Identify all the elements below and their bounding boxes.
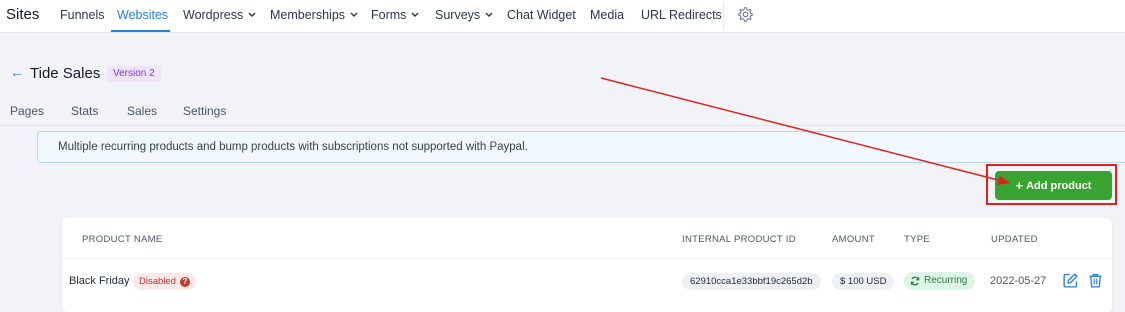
column-header-product-name: PRODUCT NAME: [82, 234, 163, 245]
nav-item-label: Media: [590, 8, 625, 22]
tab-stats[interactable]: Stats: [71, 104, 98, 118]
active-tab-indicator: [111, 30, 170, 32]
internal-id-pill: 62910cca1e33bbf19c265d2b: [682, 273, 821, 290]
chevron-down-icon: [411, 12, 419, 17]
type-badge: Recurring: [904, 272, 976, 290]
status-label: Disabled: [139, 276, 176, 287]
nav-item-label: Websites: [117, 8, 169, 22]
info-alert: Multiple recurring products and bump pro…: [37, 131, 1125, 163]
status-badge: Disabled ?: [133, 273, 196, 290]
nav-item-label: URL Redirects: [641, 8, 722, 22]
nav-divider: [723, 3, 724, 29]
chevron-down-icon: [485, 12, 493, 17]
nav-item-media[interactable]: Media: [590, 8, 624, 22]
edit-icon[interactable]: [1062, 272, 1079, 289]
nav-item-chat-widget[interactable]: Chat Widget: [507, 8, 576, 22]
gear-icon[interactable]: [737, 6, 754, 23]
chevron-down-icon: [350, 12, 358, 17]
type-label: Recurring: [924, 275, 968, 286]
nav-item-label: Forms: [371, 8, 407, 22]
nav-item-label: Chat Widget: [507, 8, 576, 22]
nav-item-forms[interactable]: Forms: [371, 8, 419, 22]
nav-item-label: Funnels: [60, 8, 105, 22]
tab-sales[interactable]: Sales: [127, 104, 157, 118]
app-title: Sites: [6, 6, 40, 23]
tabs-divider: [0, 125, 1125, 126]
arrow-left-icon[interactable]: ←: [10, 64, 24, 80]
nav-item-label: Surveys: [435, 8, 481, 22]
nav-item-label: Memberships: [270, 8, 346, 22]
updated-date: 2022-05-27: [990, 275, 1047, 287]
version-badge: Version 2: [107, 66, 161, 82]
products-table: PRODUCT NAME INTERNAL PRODUCT ID AMOUNT …: [62, 218, 1112, 312]
nav-item-memberships[interactable]: Memberships: [270, 8, 358, 22]
help-icon[interactable]: ?: [179, 276, 190, 287]
column-header-updated: UPDATED: [991, 234, 1038, 245]
column-header-type: TYPE: [904, 234, 931, 245]
nav-item-wordpress[interactable]: Wordpress: [183, 8, 256, 22]
nav-item-label: Wordpress: [183, 8, 244, 22]
column-header-amount: AMOUNT: [832, 234, 875, 245]
product-name: Black Friday: [69, 275, 130, 287]
page-title: Tide Sales: [30, 65, 101, 82]
tab-settings[interactable]: Settings: [183, 104, 226, 118]
top-nav: Sites Funnels Websites Wordpress Members…: [0, 0, 1125, 33]
chevron-down-icon: [248, 12, 256, 17]
row-divider: [62, 258, 1112, 259]
tab-pages[interactable]: Pages: [10, 104, 44, 118]
trash-icon[interactable]: [1087, 272, 1104, 289]
amount-pill: $ 100 USD: [832, 273, 895, 290]
column-header-internal-id: INTERNAL PRODUCT ID: [682, 234, 796, 245]
nav-item-websites[interactable]: Websites: [117, 8, 168, 22]
refresh-icon: [910, 276, 920, 286]
nav-item-url-redirects[interactable]: URL Redirects: [641, 8, 722, 22]
alert-text: Multiple recurring products and bump pro…: [58, 141, 528, 153]
nav-item-funnels[interactable]: Funnels: [60, 8, 104, 22]
annotation-highlight-box: [986, 164, 1117, 205]
nav-item-surveys[interactable]: Surveys: [435, 8, 493, 22]
